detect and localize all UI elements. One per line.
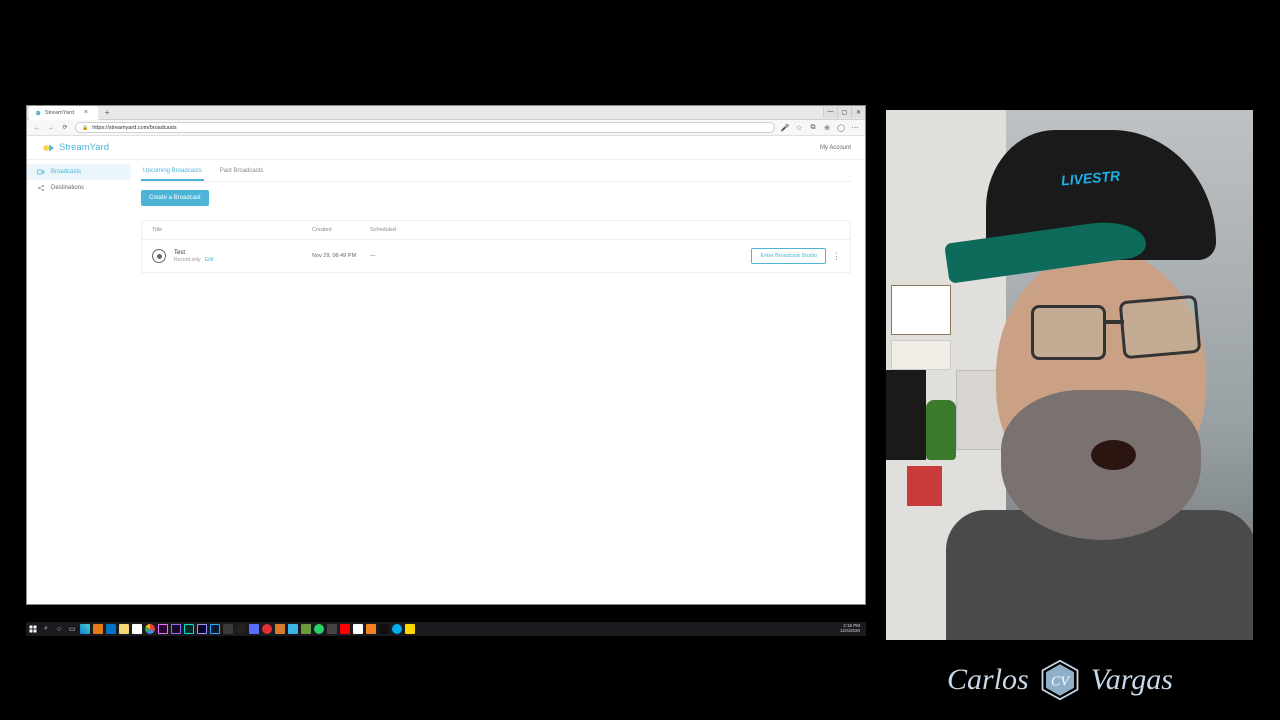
brand-logo[interactable]: StreamYard xyxy=(41,141,109,155)
create-broadcast-button[interactable]: Create a Broadcast xyxy=(141,190,209,206)
broadcast-scheduled: — xyxy=(370,253,428,259)
col-created: Created xyxy=(312,227,370,233)
table-header: Title Created Scheduled xyxy=(142,221,850,240)
profile-icon[interactable]: ◯ xyxy=(837,124,845,132)
taskbar-app[interactable] xyxy=(301,624,311,634)
taskbar-app-mediaencoder[interactable] xyxy=(171,624,181,634)
browser-toolbar: ← → ⟳ 🔒 https://streamyard.com/broadcast… xyxy=(27,120,865,136)
taskbar-app-vlc[interactable] xyxy=(366,624,376,634)
windows-taskbar: ⌕ ○ ▭ xyxy=(26,622,866,636)
nav-back-icon[interactable]: ← xyxy=(33,124,41,132)
window-minimize-button[interactable]: — xyxy=(823,106,837,118)
signature-last: Vargas xyxy=(1091,663,1173,697)
camera-icon xyxy=(37,168,45,176)
lock-icon: 🔒 xyxy=(82,125,88,131)
taskbar-app[interactable] xyxy=(288,624,298,634)
tab-upcoming[interactable]: Upcoming Broadcasts xyxy=(141,164,204,181)
webcam-overlay: LIVESTR xyxy=(886,110,1253,640)
tab-close-icon[interactable]: × xyxy=(84,109,88,116)
edit-link[interactable]: Edit xyxy=(205,257,214,263)
nav-refresh-icon[interactable]: ⟳ xyxy=(61,124,69,132)
taskbar-app-obs[interactable] xyxy=(236,624,246,634)
start-button[interactable] xyxy=(28,624,38,634)
tab-title: StreamYard xyxy=(45,110,74,116)
tab-past[interactable]: Past Broadcasts xyxy=(218,164,266,181)
col-title: Title xyxy=(152,227,312,233)
favorite-icon[interactable]: ☆ xyxy=(795,124,803,132)
broadcasts-table: Title Created Scheduled Test Record only xyxy=(141,220,851,273)
nav-forward-icon[interactable]: → xyxy=(47,124,55,132)
browser-tab[interactable]: StreamYard × xyxy=(29,106,98,120)
extensions-icon[interactable]: ⧉ xyxy=(809,124,817,132)
signature: Carlos CV Vargas xyxy=(850,650,1270,710)
favicon-icon xyxy=(35,110,41,116)
taskbar-app-explorer[interactable] xyxy=(119,624,129,634)
url-field[interactable]: 🔒 https://streamyard.com/broadcasts xyxy=(75,122,775,133)
page-header: StreamYard My Account xyxy=(27,136,865,160)
taskbar-date: 12/4/2020 xyxy=(840,629,860,634)
broadcast-subtitle: Record only xyxy=(174,257,201,263)
taskbar-app[interactable] xyxy=(223,624,233,634)
taskbar-app[interactable] xyxy=(405,624,415,634)
enter-broadcast-studio-button[interactable]: Enter Broadcast Studio xyxy=(751,248,826,264)
taskbar-tray[interactable]: 2:15 PM 12/4/2020 xyxy=(840,624,864,634)
taskbar-app-edge[interactable] xyxy=(80,624,90,634)
signature-badge-icon: CV xyxy=(1039,659,1081,701)
taskbar-app-premiere[interactable] xyxy=(158,624,168,634)
taskbar-app-skype[interactable] xyxy=(392,624,402,634)
collections-icon[interactable]: ⊕ xyxy=(823,124,831,132)
broadcast-created: Nov 29, 06:49 PM xyxy=(312,253,370,259)
record-icon xyxy=(152,249,166,263)
taskview-icon[interactable]: ▭ xyxy=(67,624,77,634)
search-icon[interactable]: ⌕ xyxy=(41,624,51,634)
window-maximize-button[interactable]: ▢ xyxy=(837,106,851,118)
table-row: Test Record only Edit Nov 29, 06:49 PM —… xyxy=(142,240,850,272)
taskbar-app-terminal[interactable] xyxy=(379,624,389,634)
taskbar-app-outlook[interactable] xyxy=(106,624,116,634)
browser-tab-bar: StreamYard × + — ▢ ✕ xyxy=(27,106,865,120)
sidebar-item-destinations[interactable]: Destinations xyxy=(27,180,131,196)
row-menu-icon[interactable]: ⋮ xyxy=(832,251,840,262)
col-scheduled: Scheduled xyxy=(370,227,428,233)
signature-first: Carlos xyxy=(947,663,1029,697)
taskbar-app-chrome[interactable] xyxy=(145,624,155,634)
share-icon xyxy=(37,184,45,192)
my-account-link[interactable]: My Account xyxy=(820,145,851,151)
taskbar-app-audition[interactable] xyxy=(184,624,194,634)
main-content: Upcoming Broadcasts Past Broadcasts Crea… xyxy=(131,160,865,604)
taskbar-app-aftereffects[interactable] xyxy=(197,624,207,634)
taskbar-app-photoshop[interactable] xyxy=(210,624,220,634)
mic-icon[interactable]: 🎤 xyxy=(781,124,789,132)
sidebar-item-broadcasts[interactable]: Broadcasts xyxy=(27,164,131,180)
window-close-button[interactable]: ✕ xyxy=(851,106,865,118)
taskbar-app-youtube[interactable] xyxy=(340,624,350,634)
taskbar-app[interactable] xyxy=(327,624,337,634)
taskbar-app[interactable] xyxy=(249,624,259,634)
sidebar-label: Broadcasts xyxy=(51,169,81,175)
taskbar-app[interactable] xyxy=(353,624,363,634)
sidebar-label: Destinations xyxy=(51,185,84,191)
brand-name: StreamYard xyxy=(59,142,109,153)
svg-text:CV: CV xyxy=(1051,674,1070,689)
taskbar-app[interactable] xyxy=(93,624,103,634)
taskbar-app-whatsapp[interactable] xyxy=(314,624,324,634)
taskbar-app[interactable] xyxy=(262,624,272,634)
taskbar-app-store[interactable] xyxy=(132,624,142,634)
taskbar-app[interactable] xyxy=(275,624,285,634)
new-tab-button[interactable]: + xyxy=(102,108,112,118)
broadcast-title: Test xyxy=(174,250,213,256)
browser-window: StreamYard × + — ▢ ✕ ← → ⟳ 🔒 https://str… xyxy=(26,105,866,605)
sidebar: Broadcasts Destinations xyxy=(27,160,131,604)
cortana-icon[interactable]: ○ xyxy=(54,624,64,634)
url-text: https://streamyard.com/broadcasts xyxy=(92,125,176,131)
sub-tabs: Upcoming Broadcasts Past Broadcasts xyxy=(141,160,851,182)
streamyard-logo-icon xyxy=(41,141,55,155)
menu-icon[interactable]: ⋯ xyxy=(851,124,859,132)
